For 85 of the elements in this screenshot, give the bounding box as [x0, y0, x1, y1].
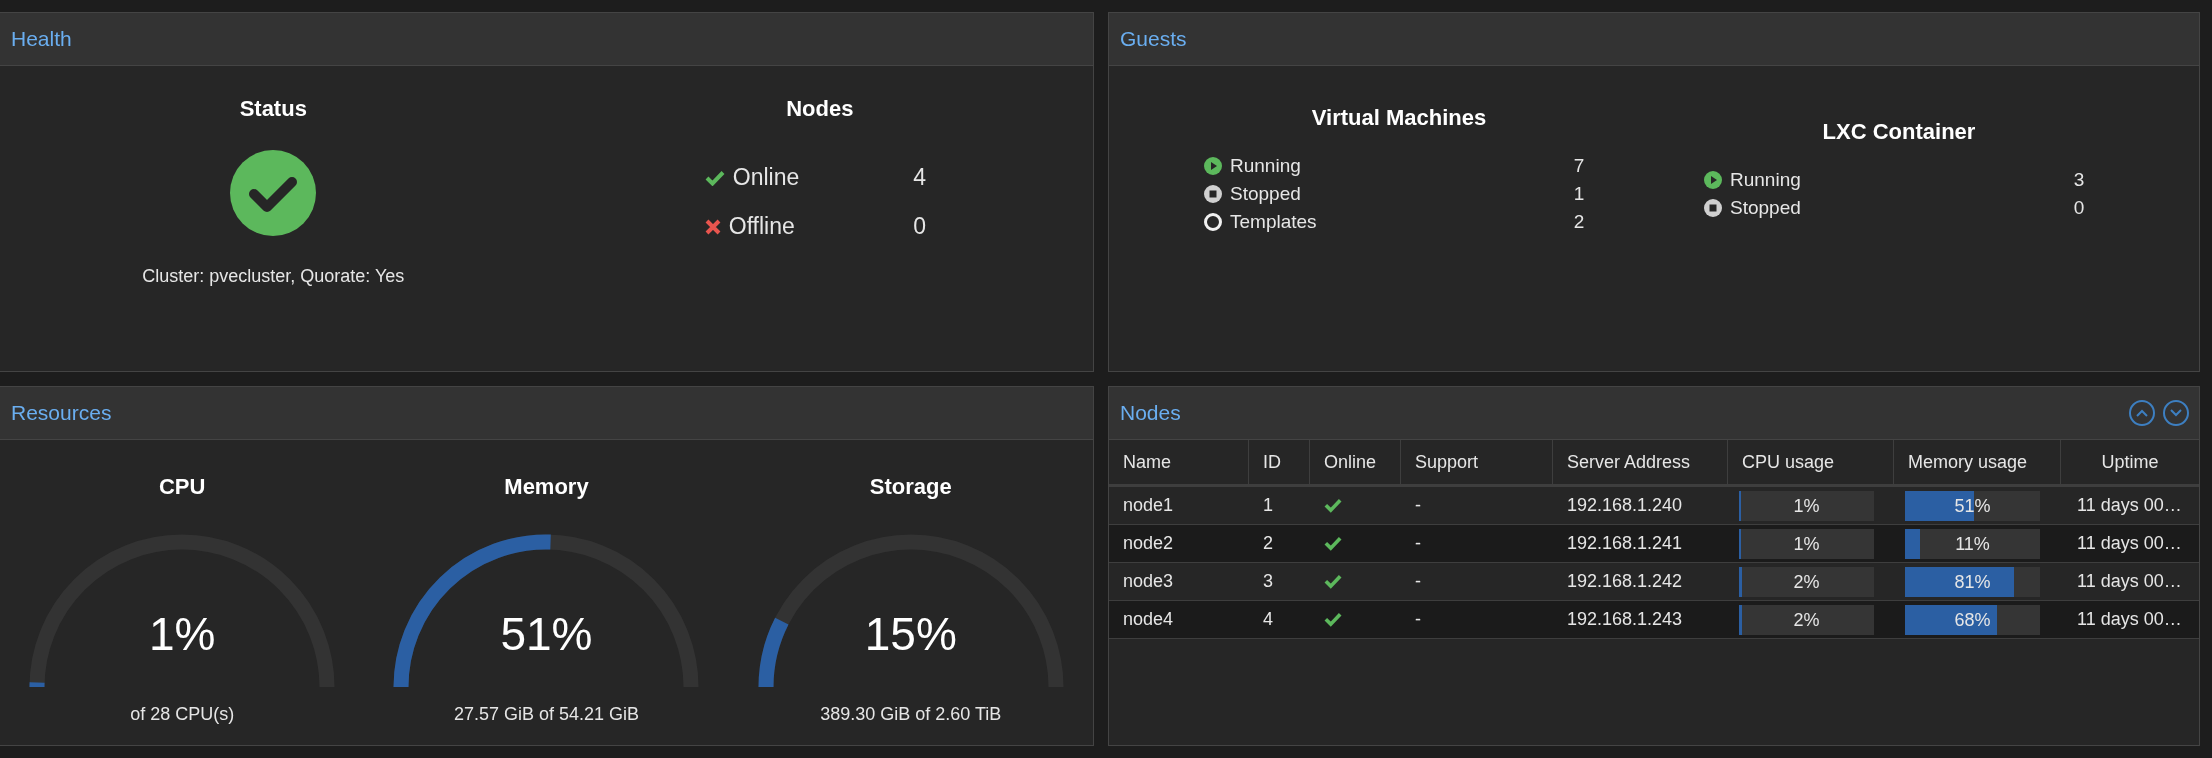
- gauge-reading: 1%: [148, 607, 216, 661]
- table-cell-text: -: [1414, 533, 1422, 554]
- table-cell-text: 192.168.1.243: [1566, 609, 1684, 630]
- panel-title: Health: [11, 27, 72, 51]
- stop-icon: [1704, 198, 1722, 217]
- section-heading: Memory: [504, 474, 589, 500]
- expand-button[interactable]: [2163, 400, 2189, 426]
- table-cell-text: node4: [1122, 609, 1175, 630]
- column-header[interactable]: Memory usage: [1894, 440, 2061, 484]
- usage-text: 11%: [1955, 533, 1990, 554]
- stat-label: Stopped: [1230, 182, 1302, 205]
- gauge-detail: 389.30 GiB of 2.60 TiB: [820, 704, 1002, 725]
- table-cell-text: node1: [1122, 495, 1175, 516]
- stat-count: 7: [1572, 154, 1586, 177]
- stat-label: Offline: [728, 213, 796, 240]
- stat-label: Running: [1230, 154, 1302, 177]
- section-heading: CPU: [158, 474, 206, 500]
- play-icon: [1704, 170, 1722, 189]
- usage-text: 1%: [1793, 495, 1820, 516]
- table-cell-text: 2: [1262, 533, 1274, 554]
- table-cell-text: 192.168.1.241: [1566, 533, 1684, 554]
- table-cell-text: -: [1414, 609, 1422, 630]
- section-heading: LXC Container: [1822, 118, 1976, 145]
- stat-label: Templates: [1230, 210, 1318, 233]
- stop-icon: [1204, 184, 1222, 203]
- chevron-up-icon: [2135, 408, 2149, 418]
- stat-label: Online: [732, 164, 801, 191]
- table-cell-text: 192.168.1.240: [1566, 495, 1684, 516]
- column-header[interactable]: Support: [1401, 440, 1553, 484]
- gauge-reading: 15%: [864, 607, 957, 661]
- column-header[interactable]: Online: [1310, 440, 1401, 484]
- check-icon: [704, 169, 725, 186]
- stat-count: 0: [2072, 196, 2086, 219]
- online-check-icon: [1324, 498, 1342, 513]
- column-header[interactable]: Uptime: [2061, 440, 2199, 484]
- circle-icon: [1204, 212, 1222, 231]
- panel-title: Resources: [11, 401, 112, 425]
- stat-count: 1: [1572, 182, 1586, 205]
- chevron-down-icon: [2169, 408, 2183, 418]
- usage-text: 2%: [1793, 571, 1820, 592]
- collapse-button[interactable]: [2129, 400, 2155, 426]
- table-cell-text: 4: [1262, 609, 1274, 630]
- stat-count: 0: [912, 213, 928, 240]
- usage-text: 1%: [1793, 533, 1820, 554]
- cross-icon: [704, 218, 721, 235]
- table-cell-text: 11 days 00…: [2076, 495, 2183, 516]
- status-ok-icon: [230, 150, 317, 236]
- stat-count: 4: [912, 164, 928, 191]
- play-icon: [1204, 156, 1222, 175]
- column-header[interactable]: Server Address: [1553, 440, 1728, 484]
- section-heading: Nodes: [786, 96, 854, 122]
- gauge-detail: of 28 CPU(s): [130, 704, 235, 725]
- panel-title: Guests: [1120, 27, 1187, 51]
- gauge-detail: 27.57 GiB of 54.21 GiB: [453, 704, 640, 725]
- online-check-icon: [1324, 574, 1342, 589]
- stat-label: Running: [1730, 168, 1802, 191]
- table-cell-text: 11 days 00…: [2076, 533, 2183, 554]
- stat-label: Stopped: [1730, 196, 1802, 219]
- usage-text: 68%: [1954, 609, 1991, 630]
- table-cell-text: -: [1414, 495, 1422, 516]
- table-cell-text: node3: [1122, 571, 1175, 592]
- online-check-icon: [1324, 612, 1342, 627]
- table-cell-text: node2: [1122, 533, 1175, 554]
- table-cell-text: 3: [1262, 571, 1274, 592]
- cluster-status-text: Cluster: pvecluster, Quorate: Yes: [142, 266, 405, 287]
- column-header[interactable]: ID: [1249, 440, 1310, 484]
- gauge-fill: [29, 682, 45, 688]
- section-heading: Virtual Machines: [1311, 104, 1487, 131]
- column-header[interactable]: CPU usage: [1728, 440, 1894, 484]
- gauge-reading: 51%: [500, 607, 593, 661]
- table-cell-text: 1: [1262, 495, 1274, 516]
- usage-text: 2%: [1793, 609, 1820, 630]
- table-cell-text: 11 days 00…: [2076, 609, 2183, 630]
- stat-count: 3: [2072, 168, 2086, 191]
- table-cell-text: 11 days 00…: [2076, 571, 2183, 592]
- table-cell-text: -: [1414, 571, 1422, 592]
- panel-title: Nodes: [1120, 401, 1181, 425]
- section-heading: Status: [239, 96, 307, 122]
- usage-text: 81%: [1954, 571, 1991, 592]
- column-header[interactable]: Name: [1109, 440, 1249, 484]
- gauge-fill: [758, 618, 789, 688]
- online-check-icon: [1324, 536, 1342, 551]
- section-heading: Storage: [869, 474, 952, 500]
- stat-count: 2: [1572, 210, 1586, 233]
- table-cell-text: 192.168.1.242: [1566, 571, 1684, 592]
